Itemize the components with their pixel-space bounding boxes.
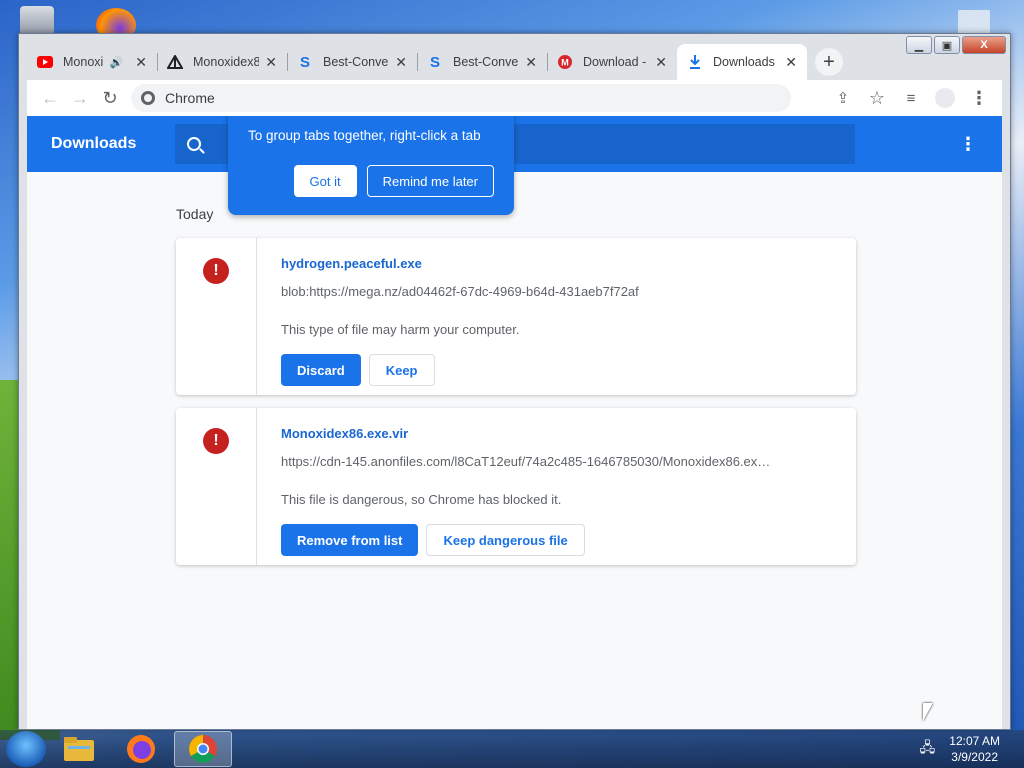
file-url: blob:https://mega.nz/ad04462f-67dc-4969-… xyxy=(281,284,639,299)
system-tray: 🖧 12:07 AM 3/9/2022 xyxy=(920,733,1024,765)
reload-icon[interactable]: ↻ xyxy=(95,83,125,113)
promo-text: To group tabs together, right-click a ta… xyxy=(248,128,481,143)
firefox-taskbar-icon[interactable] xyxy=(112,731,170,767)
tab-strip: Monoxi 🔊 ✕ Monoxidex8 ✕ S Best-Conve ✕ S… xyxy=(27,44,843,80)
media-controls-icon[interactable]: ≡ xyxy=(896,83,926,113)
minimize-button[interactable]: ▁ xyxy=(906,36,932,54)
menu-kebab-icon[interactable]: ⋮ xyxy=(964,83,994,113)
tab-title: Best-Conve xyxy=(323,55,389,69)
download-details: hydrogen.peaceful.exe blob:https://mega.… xyxy=(257,238,856,395)
speaker-icon[interactable]: 🔊 xyxy=(110,56,124,69)
chrome-window: ▁ ▣ X Monoxi 🔊 ✕ Monoxidex8 ✕ S Best-Con… xyxy=(18,33,1011,730)
file-name-link[interactable]: hydrogen.peaceful.exe xyxy=(281,256,832,271)
keep-button[interactable]: Keep xyxy=(368,354,435,386)
close-tab-icon[interactable]: ✕ xyxy=(655,54,667,71)
remind-me-later-button[interactable]: Remind me later xyxy=(366,165,494,197)
download-icon-column: ! xyxy=(176,238,257,395)
tab-title: Download - xyxy=(583,55,647,69)
tab-title: Monoxidex8 xyxy=(193,55,260,69)
warning-text: This file is dangerous, so Chrome has bl… xyxy=(281,492,562,507)
promo-actions: Got it Remind me later xyxy=(248,165,494,197)
close-tab-icon[interactable]: ✕ xyxy=(785,54,797,71)
close-tab-icon[interactable]: ✕ xyxy=(525,54,537,71)
back-arrow-icon[interactable]: ← xyxy=(35,83,65,113)
forward-arrow-icon[interactable]: → xyxy=(65,83,95,113)
tab-best-converter-2[interactable]: S Best-Conve ✕ xyxy=(417,44,547,80)
youtube-icon xyxy=(37,54,53,70)
keep-dangerous-file-button[interactable]: Keep dangerous file xyxy=(426,524,585,556)
tab-groups-promo-bubble: To group tabs together, right-click a ta… xyxy=(228,116,514,215)
maximize-button[interactable]: ▣ xyxy=(934,36,960,54)
download-icon xyxy=(687,54,703,70)
download-actions: Discard Keep xyxy=(281,354,832,386)
network-icon[interactable]: 🖧 xyxy=(920,737,936,761)
start-button[interactable] xyxy=(6,731,46,767)
file-url: https://cdn-145.anonfiles.com/l8CaT12euf… xyxy=(281,454,771,469)
date-section-label: Today xyxy=(176,206,214,222)
download-icon-column: ! xyxy=(176,408,257,565)
tab-monoxidex[interactable]: Monoxidex8 ✕ xyxy=(157,44,287,80)
profile-icon[interactable] xyxy=(930,83,960,113)
download-item: ! Monoxidex86.exe.vir https://cdn-145.an… xyxy=(176,408,856,565)
window-controls: ▁ ▣ X xyxy=(906,36,1006,54)
got-it-button[interactable]: Got it xyxy=(293,165,357,197)
bookmark-star-icon[interactable]: ☆ xyxy=(862,83,892,113)
download-details: Monoxidex86.exe.vir https://cdn-145.anon… xyxy=(257,408,856,565)
browser-toolbar: ← → ↻ Chrome ⇪ ☆ ≡ ⋮ xyxy=(27,80,1002,116)
s-logo-icon: S xyxy=(299,53,310,71)
mega-icon: M xyxy=(557,54,573,70)
tab-youtube[interactable]: Monoxi 🔊 ✕ xyxy=(27,44,157,80)
file-name-link[interactable]: Monoxidex86.exe.vir xyxy=(281,426,832,441)
share-icon[interactable]: ⇪ xyxy=(828,83,858,113)
clock[interactable]: 12:07 AM 3/9/2022 xyxy=(949,733,1000,765)
tab-best-converter-1[interactable]: S Best-Conve ✕ xyxy=(287,44,417,80)
address-text: Chrome xyxy=(165,90,215,106)
clock-date: 3/9/2022 xyxy=(951,750,998,764)
tab-title: Best-Conve xyxy=(453,55,519,69)
toolbar-actions: ⇪ ☆ ≡ ⋮ xyxy=(828,83,994,113)
site-icon xyxy=(167,54,183,70)
svg-text:M: M xyxy=(561,58,569,68)
file-explorer-taskbar-icon[interactable] xyxy=(50,731,108,767)
close-tab-icon[interactable]: ✕ xyxy=(135,54,147,71)
mouse-cursor-icon xyxy=(923,703,933,721)
recycle-bin-icon[interactable] xyxy=(20,6,54,36)
close-window-button[interactable]: X xyxy=(962,36,1006,54)
tab-title: Downloads xyxy=(713,55,775,69)
remove-from-list-button[interactable]: Remove from list xyxy=(281,524,419,556)
tab-downloads[interactable]: Downloads ✕ xyxy=(677,44,807,80)
page-title: Downloads xyxy=(51,135,137,152)
taskbar: 🖧 12:07 AM 3/9/2022 xyxy=(0,730,1024,768)
chrome-page-icon xyxy=(141,91,155,105)
new-tab-button[interactable]: + xyxy=(815,48,843,76)
error-icon: ! xyxy=(203,428,229,454)
error-icon: ! xyxy=(203,258,229,284)
tab-mega-download[interactable]: M Download - ✕ xyxy=(547,44,677,80)
more-actions-icon[interactable]: ⋮ xyxy=(958,134,978,155)
close-tab-icon[interactable]: ✕ xyxy=(395,54,407,71)
discard-button[interactable]: Discard xyxy=(281,354,361,386)
chrome-taskbar-icon[interactable] xyxy=(174,731,232,767)
downloads-header: Downloads ⋮ xyxy=(27,116,1002,172)
s-logo-icon: S xyxy=(429,53,440,71)
download-actions: Remove from list Keep dangerous file xyxy=(281,524,832,556)
close-tab-icon[interactable]: ✕ xyxy=(265,54,277,71)
download-item: ! hydrogen.peaceful.exe blob:https://meg… xyxy=(176,238,856,395)
address-bar[interactable]: Chrome xyxy=(131,84,791,112)
warning-text: This type of file may harm your computer… xyxy=(281,322,520,337)
tab-title: Monoxi xyxy=(63,55,104,69)
downloads-page: Downloads ⋮ Today ! hydrogen.peaceful.ex… xyxy=(27,116,1002,729)
search-icon xyxy=(187,137,201,151)
clock-time: 12:07 AM xyxy=(949,734,1000,748)
